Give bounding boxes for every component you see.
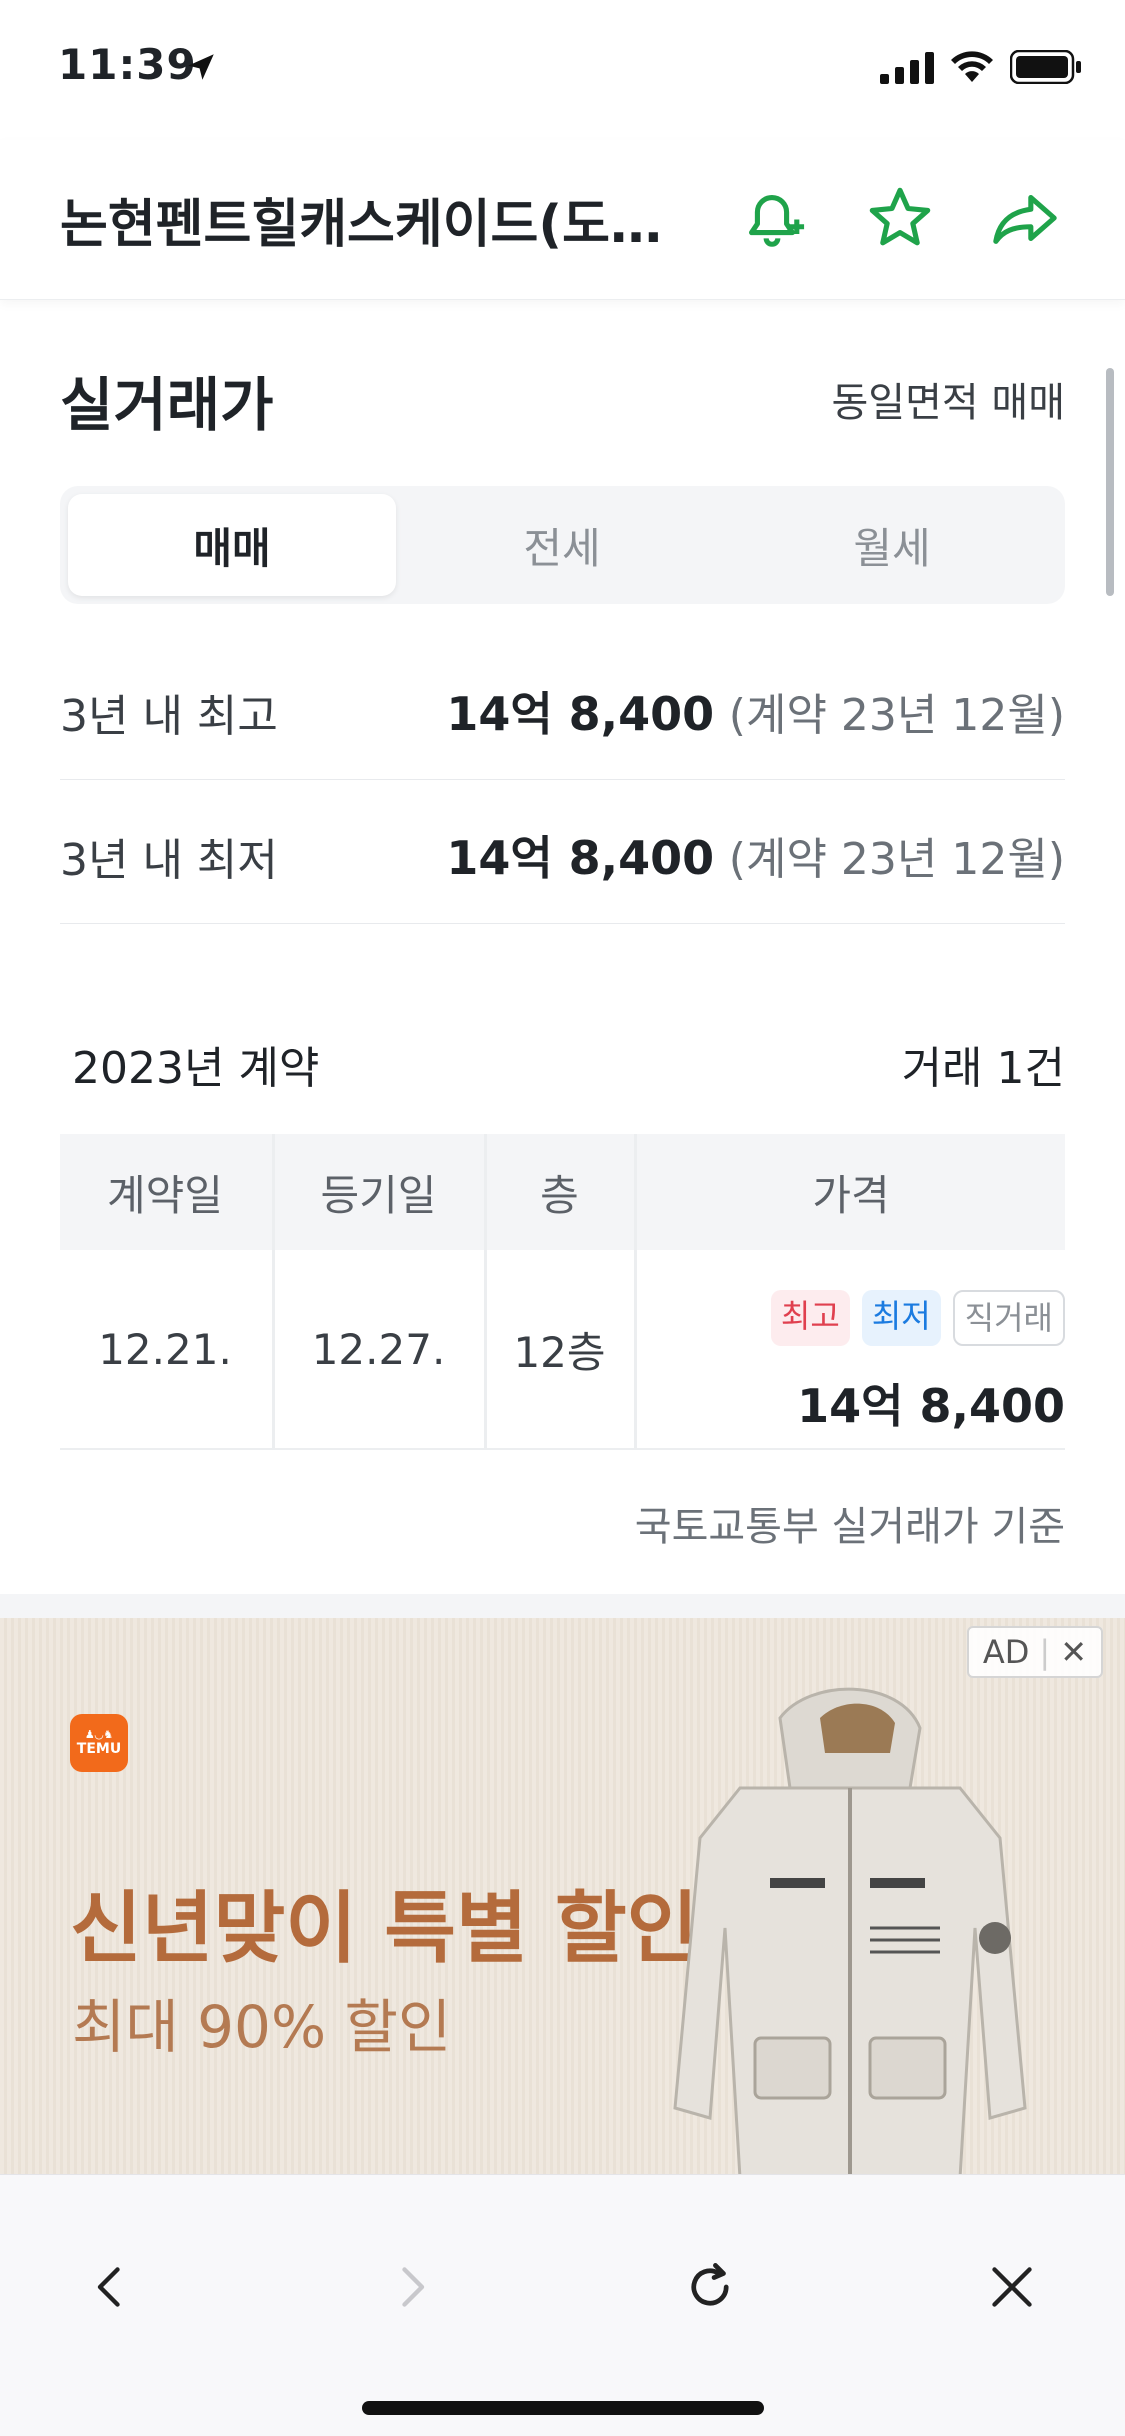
ad-tag-text: AD [982, 1633, 1030, 1671]
highest-badge: 최고 [770, 1290, 850, 1346]
ad-subline: 최대 90% 할인 [72, 1993, 452, 2061]
deal-count: 거래 1건 [901, 1043, 1065, 1094]
column-header: 계약일 [107, 1170, 223, 1220]
deal-type-tabs: 매매 전세 월세 [60, 486, 1065, 604]
year-title: 2023년 계약 [72, 1043, 320, 1094]
ad-tag-divider: | [1039, 1633, 1051, 1671]
ad-close-icon[interactable]: ✕ [1060, 1633, 1087, 1671]
bell-plus-icon [749, 195, 805, 247]
stat-value: 14억 8,400 [446, 831, 715, 885]
stat-label: 3년 내 최고 [60, 691, 278, 742]
back-button[interactable] [70, 2247, 150, 2327]
status-bar: 11:39 [0, 0, 1125, 140]
registration-date-cell: 12.27. [272, 1250, 482, 1448]
browser-toolbar [0, 2174, 1125, 2436]
direct-deal-badge: 직거래 [952, 1290, 1065, 1346]
tab-jeonse[interactable]: 전세 [398, 494, 726, 596]
scrollbar[interactable] [1106, 368, 1114, 596]
wifi-icon [951, 51, 993, 82]
table-header: 계약일 등기일 층 가격 [60, 1134, 1065, 1250]
stat-label: 3년 내 최저 [60, 835, 278, 886]
contract-date-cell: 12.21. [98, 1324, 232, 1374]
stat-value: 14억 8,400 [446, 687, 715, 741]
column-header: 층 [484, 1134, 632, 1250]
same-area-filter-link[interactable]: 동일면적 매매 [831, 370, 1065, 428]
app-header: 논현펜트힐캐스케이드(도시... [0, 140, 1125, 300]
temu-logo: ♟◡♞ TEMU [70, 1714, 128, 1772]
reload-icon [691, 2263, 729, 2306]
stat-row-highest: 3년 내 최고 14억 8,400 (계약 23년 12월) [60, 636, 1065, 780]
lowest-badge: 최저 [861, 1290, 941, 1346]
table-row[interactable]: 12.21. 12.27. 12층 최고 최저 직거래 14억 8,400 [60, 1250, 1065, 1450]
share-button[interactable] [985, 178, 1065, 258]
floor-cell: 12층 [484, 1250, 632, 1448]
home-indicator[interactable] [362, 2401, 764, 2415]
forward-button[interactable] [372, 2247, 452, 2327]
column-header: 등기일 [272, 1134, 482, 1250]
temu-logo-glyphs: ♟◡♞ [84, 1728, 114, 1741]
share-arrow-icon [993, 195, 1057, 244]
temu-logo-text: TEMU [76, 1741, 122, 1757]
stat-note: (계약 23년 12월) [728, 690, 1065, 741]
ad-headline: 신년맞이 특별 할인 [70, 1884, 699, 1974]
stat-value-group: 14억 8,400 (계약 23년 12월) [446, 822, 1065, 888]
column-header: 가격 [634, 1134, 1065, 1250]
notification-add-button[interactable] [732, 178, 812, 258]
favorite-button[interactable] [860, 178, 940, 258]
stat-row-lowest: 3년 내 최저 14억 8,400 (계약 23년 12월) [60, 780, 1065, 924]
price-cell: 최고 최저 직거래 14억 8,400 [634, 1250, 1065, 1450]
close-button[interactable] [972, 2247, 1052, 2327]
star-icon [869, 187, 931, 246]
status-time: 11:39 [58, 40, 197, 89]
section-divider [0, 1594, 1125, 1618]
jacket-image [673, 1687, 1027, 2174]
reload-button[interactable] [670, 2247, 750, 2327]
page-title: 논현펜트힐캐스케이드(도시... [60, 195, 680, 255]
cellular-signal-icon [880, 52, 934, 84]
stat-note: (계약 23년 12월) [728, 834, 1065, 885]
badge-group: 최고 최저 직거래 [770, 1290, 1065, 1346]
stat-value-group: 14억 8,400 (계약 23년 12월) [446, 678, 1065, 744]
close-icon [992, 2267, 1032, 2307]
ad-label[interactable]: AD | ✕ [966, 1626, 1103, 1678]
ad-banner[interactable]: AD | ✕ ♟◡♞ TEMU 신년맞이 특별 할인 최대 90% 할인 [0, 1618, 1125, 2174]
tab-monthly-rent[interactable]: 월세 [728, 494, 1056, 596]
tab-sale[interactable]: 매매 [68, 494, 396, 596]
source-note: 국토교통부 실거래가 기준 [634, 1504, 1065, 1550]
price-value: 14억 8,400 [797, 1379, 1065, 1433]
chevron-right-icon [402, 2267, 425, 2307]
location-arrow-icon [188, 54, 214, 80]
chevron-left-icon [97, 2267, 120, 2307]
battery-icon [1010, 50, 1081, 84]
section-title: 실거래가 [60, 371, 274, 439]
